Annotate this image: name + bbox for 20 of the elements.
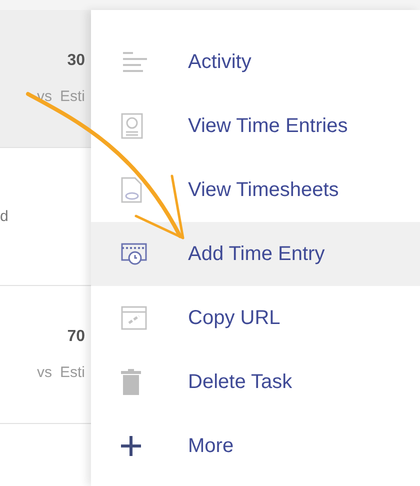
link-window-icon (121, 306, 147, 330)
menu-item[interactable]: View Timesheets (91, 158, 420, 222)
hours-text: 70 (67, 328, 85, 346)
hours-text: 30 (67, 52, 85, 70)
estimate-label: Esti (60, 88, 85, 105)
compare-text: vs (36, 364, 52, 381)
status-text: d (0, 208, 8, 225)
estimate-label: Esti (60, 364, 85, 381)
menu-item[interactable]: View Time Entries (91, 94, 420, 158)
menu-item[interactable]: Activity (91, 30, 420, 94)
menu-item[interactable]: Add Time Entry (91, 222, 420, 286)
calendar-clock-icon (121, 242, 147, 266)
document-icon (121, 177, 143, 203)
menu-item[interactable]: More (91, 414, 420, 478)
menu-item[interactable]: Delete Task (91, 350, 420, 414)
plus-icon (121, 436, 141, 456)
clock-document-icon (121, 113, 143, 139)
lines-icon (121, 50, 147, 74)
trash-icon (121, 369, 141, 395)
menu-item[interactable]: Copy URL (91, 286, 420, 350)
